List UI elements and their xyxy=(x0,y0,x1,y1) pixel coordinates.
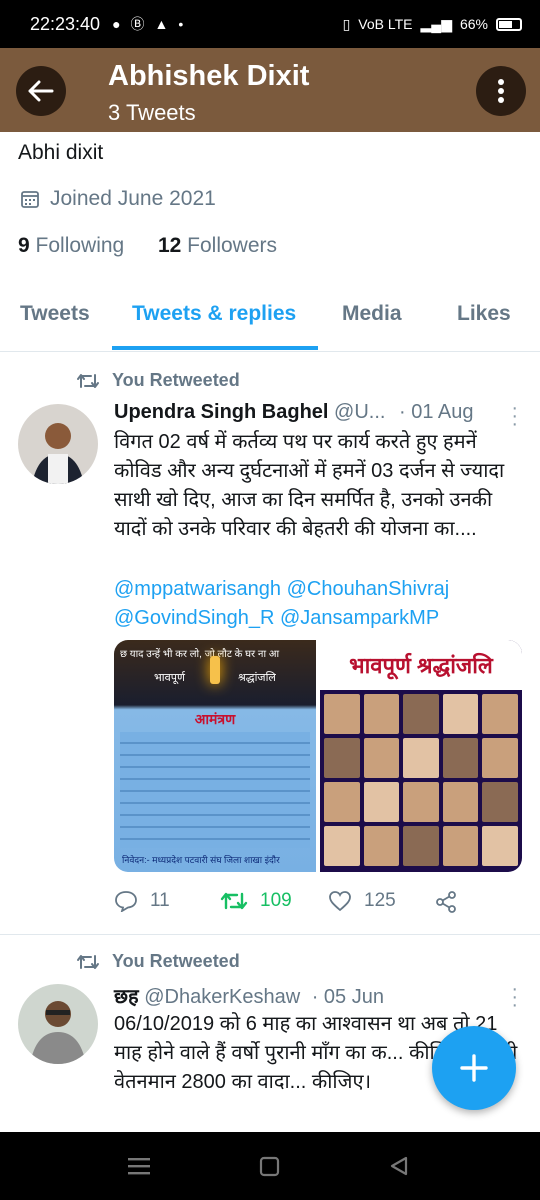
like-button[interactable]: 125 xyxy=(328,890,396,912)
media-right-title: भावपूर्ण श्रद्धांजलि xyxy=(320,640,522,690)
app-icon: ▲ xyxy=(154,16,169,32)
retweet-icon xyxy=(77,954,99,969)
status-bar: 22:23:40 ● Ⓑ ▲ • ▯ VoB LTE ▂▄▆ 66% xyxy=(0,0,540,48)
nav-icons xyxy=(128,1156,408,1177)
media-left-footer: निवेदन:- मध्यप्रदेश पटवारी संघ जिला शाखा… xyxy=(122,855,280,865)
back-nav-icon[interactable] xyxy=(390,1156,408,1176)
heart-icon xyxy=(329,891,351,912)
profile-header: Abhishek Dixit 3 Tweets xyxy=(0,48,540,132)
tweet-date: · 01 Aug xyxy=(399,401,474,423)
b-icon: Ⓑ xyxy=(130,16,145,32)
author-handle: @U... xyxy=(334,401,386,423)
avatar[interactable] xyxy=(18,984,98,1064)
tweet-count: 3 Tweets xyxy=(108,100,196,125)
tab-media[interactable]: Media xyxy=(342,302,402,326)
tweet-author-line: Upendra Singh Baghel @U... · 01 Aug xyxy=(114,401,474,424)
compose-tweet-button[interactable] xyxy=(432,1026,516,1110)
media-left-label2: श्रद्धांजलि xyxy=(238,672,276,684)
tweet-actions: 11 109 125 xyxy=(114,886,514,920)
like-count: 125 xyxy=(364,890,396,911)
spotify-icon: ● xyxy=(112,16,121,32)
retweet-indicator: You Retweeted xyxy=(76,951,240,972)
retweet-indicator: You Retweeted xyxy=(76,370,240,391)
tweet-text: विगत 02 वर्ष में कर्तव्य पथ पर कार्य करत… xyxy=(114,431,505,540)
media-image-tribute-invite[interactable]: छ याद उन्हें भी कर लो, जो लौट के घर ना आ… xyxy=(114,640,316,872)
recents-icon[interactable] xyxy=(128,1158,150,1175)
battery-icon xyxy=(496,17,522,31)
avatar-image xyxy=(18,984,98,1064)
back-button[interactable] xyxy=(16,66,66,116)
tweet-date: · 05 Jun xyxy=(311,986,384,1008)
followers-link[interactable]: 12 Followers xyxy=(158,234,277,257)
signal-icon: ▂▄▆ xyxy=(420,15,452,32)
retweet-label: You Retweeted xyxy=(112,370,240,390)
tweet-menu-icon[interactable]: · · · xyxy=(511,979,518,1015)
media-image-tribute-photos[interactable]: भावपूर्ण श्रद्धांजलि xyxy=(320,640,522,872)
battery-percent: 66% xyxy=(459,16,488,32)
avatar-image xyxy=(18,404,98,484)
media-left-header: छ याद उन्हें भी कर लो, जो लौट के घर ना आ xyxy=(120,649,280,660)
joined-text: Joined June 2021 xyxy=(50,187,216,210)
calendar-icon xyxy=(21,191,39,208)
reply-icon xyxy=(115,891,137,912)
tweet-menu-icon[interactable]: · · · xyxy=(511,398,518,434)
reply-count: 11 xyxy=(150,890,170,911)
media-left-body xyxy=(120,732,310,848)
tab-likes[interactable]: Likes xyxy=(457,302,511,326)
photo-grid xyxy=(324,694,518,866)
more-options-button[interactable] xyxy=(476,66,526,116)
network-label: VoB LTE xyxy=(358,16,413,32)
media-left-invite: आमंत्रण xyxy=(194,711,236,727)
tweet-divider xyxy=(0,934,540,935)
tweet-media[interactable]: छ याद उन्हें भी कर लो, जो लौट के घर ना आ… xyxy=(114,640,522,872)
joined-date: Joined June 2021 xyxy=(20,187,216,211)
dot-icon: • xyxy=(178,16,184,32)
system-navigation-bar xyxy=(0,1132,540,1200)
follow-stats: 9 Following 12 Followers xyxy=(18,234,277,258)
retweet-count: 109 xyxy=(260,890,292,911)
author-name[interactable]: Upendra Singh Baghel xyxy=(114,401,328,423)
active-tab-indicator xyxy=(112,346,318,350)
tab-tweets[interactable]: Tweets xyxy=(20,302,90,326)
vibrate-icon: ▯ xyxy=(342,15,351,32)
media-left-label1: भावपूर्ण xyxy=(154,672,185,684)
tweet-mentions[interactable]: @mppatwarisangh @ChouhanShivraj @GovindS… xyxy=(114,575,524,633)
retweet-active-icon xyxy=(220,892,248,910)
retweet-icon xyxy=(77,373,99,388)
following-link[interactable]: 9 Following xyxy=(18,234,124,257)
candle-icon xyxy=(210,656,220,684)
header-title: Abhishek Dixit xyxy=(108,60,310,92)
arrow-left-icon xyxy=(28,80,54,102)
share-icon xyxy=(436,891,456,913)
tweet-author-line: छह @DhakerKeshaw · 05 Jun xyxy=(114,982,384,1009)
home-icon[interactable] xyxy=(259,1156,280,1177)
reply-button[interactable]: 11 xyxy=(114,890,170,912)
status-time: 22:23:40 xyxy=(30,13,101,34)
more-vertical-icon xyxy=(498,79,504,103)
author-handle: @DhakerKeshaw xyxy=(144,986,301,1008)
profile-bio-name: Abhi dixit xyxy=(18,141,104,164)
avatar[interactable] xyxy=(18,404,98,484)
profile-tabs: Tweets Tweets & replies Media Likes xyxy=(0,296,540,352)
retweet-button[interactable]: 109 xyxy=(220,890,292,912)
retweet-label: You Retweeted xyxy=(112,951,240,971)
tab-tweets-and-replies[interactable]: Tweets & replies xyxy=(132,302,296,326)
author-name[interactable]: छह xyxy=(114,986,139,1008)
share-button[interactable] xyxy=(434,890,458,914)
plus-icon xyxy=(460,1054,488,1082)
